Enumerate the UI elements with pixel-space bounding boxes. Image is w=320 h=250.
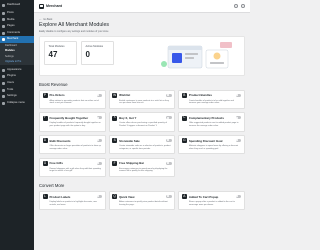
- module-card-pre-orders[interactable]: P Pre-Orders Allow visitors to pre-order p…: [39, 89, 106, 109]
- sidebar-item-comments[interactable]: Comments: [0, 30, 34, 37]
- module-toggle[interactable]: [166, 138, 172, 142]
- module-toggle[interactable]: [96, 194, 103, 198]
- arrow-left-icon: ←: [39, 16, 42, 21]
- plugin-header: Merchant: [34, 0, 250, 13]
- module-card-spending-discount-goal[interactable]: G Spending Discount Goal Motivate shoppers…: [178, 134, 245, 155]
- module-icon: B: [181, 92, 187, 98]
- module-card-added-to-cart-popup[interactable]: A Added To Cart Popup Show a popup after a…: [178, 190, 245, 211]
- module-toggle[interactable]: [235, 138, 242, 142]
- module-toggle[interactable]: [166, 93, 172, 97]
- brand-logo: Merchant: [39, 3, 62, 9]
- comment-icon: [2, 31, 5, 35]
- section-title-convert-more: Convert More: [39, 182, 65, 188]
- module-toggle[interactable]: [166, 194, 172, 198]
- module-card-bulk-discounts[interactable]: D Bulk Discounts Offer discounts on larger…: [39, 134, 106, 155]
- media-icon: [2, 18, 5, 22]
- module-toggle[interactable]: [96, 93, 103, 97]
- brush-icon: [2, 68, 5, 72]
- sidebar-item-settings[interactable]: Settings: [0, 93, 34, 100]
- module-icon: F: [42, 115, 48, 121]
- module-toggle[interactable]: [96, 138, 103, 142]
- module-icon: D: [42, 138, 48, 144]
- module-card-product-labels[interactable]: L Product Labels Display labels on product…: [39, 190, 106, 211]
- sidebar-item-tools[interactable]: Tools: [0, 87, 34, 94]
- sidebar-item-users[interactable]: Users: [0, 80, 34, 87]
- sidebar-item-dashboard[interactable]: Dashboard: [0, 2, 34, 9]
- module-card-product-bundles[interactable]: B Product Bundles Create bundles of produc…: [178, 89, 245, 109]
- brand-name: Merchant: [46, 4, 62, 8]
- stat-total-modules: Total Modules 47: [44, 40, 77, 65]
- plugin-icon: [2, 75, 5, 79]
- module-toggle[interactable]: [166, 116, 172, 120]
- sidebar-item-posts[interactable]: Posts: [0, 10, 34, 17]
- module-toggle[interactable]: [96, 161, 103, 165]
- page-title: Explore All Merchant Modules: [39, 21, 110, 28]
- module-card-wishlist[interactable]: W Wishlist Enable customers to save produc…: [108, 89, 176, 109]
- section-title-boost-revenue: Boost Revenue: [39, 81, 68, 87]
- module-card-free-shipping-bar[interactable]: F Free Shipping Bar Encourage customers to…: [108, 157, 176, 177]
- module-card-complementary-products[interactable]: C Complementary Products Offer suggested p…: [178, 112, 245, 132]
- help-icon[interactable]: [234, 4, 238, 8]
- module-icon: G: [181, 138, 187, 144]
- module-card-frequently-bought-together[interactable]: F Frequently Bought Together Display bundl…: [39, 112, 106, 132]
- sidebar-item-pages[interactable]: Pages: [0, 23, 34, 30]
- module-card-buy-x-get-y[interactable]: X Buy X, Get Y Create offers where purchas…: [108, 112, 176, 132]
- wrench-icon: [2, 88, 5, 92]
- sidebar-item-plugins[interactable]: Plugins: [0, 74, 34, 81]
- module-grid-convert-more: L Product Labels Display labels on product…: [39, 190, 245, 211]
- sidebar-subitem-upgrade[interactable]: Upgrade to Pro: [0, 59, 34, 66]
- pin-icon: [2, 11, 5, 15]
- storefront-illustration-icon: [161, 41, 232, 68]
- module-icon: W: [112, 92, 118, 98]
- merchant-logo-icon: [39, 3, 44, 9]
- module-icon: S: [112, 138, 118, 144]
- module-grid-boost-revenue: P Pre-Orders Allow visitors to pre-order p…: [39, 89, 245, 177]
- sidebar-item-media[interactable]: Media: [0, 17, 34, 24]
- module-icon: L: [42, 194, 48, 200]
- module-icon: C: [181, 115, 187, 121]
- sidebar-item-merchant[interactable]: Merchant: [0, 36, 34, 44]
- dashboard-icon: [2, 3, 5, 7]
- sidebar-item-appearance[interactable]: Appearance: [0, 67, 34, 74]
- module-icon: X: [112, 115, 118, 121]
- back-link[interactable]: ← Go Back: [39, 16, 245, 21]
- module-icon: A: [181, 194, 187, 200]
- module-card-storewide-sale[interactable]: S Storewide Sale Create storewide sales on…: [108, 134, 176, 155]
- page-subtitle: Easily disable to configure any settings…: [39, 29, 109, 33]
- users-icon: [2, 81, 5, 85]
- module-toggle[interactable]: [96, 116, 103, 120]
- collapse-icon: [2, 101, 5, 105]
- module-icon: Q: [112, 194, 118, 200]
- sidebar-item-collapse[interactable]: Collapse menu: [0, 100, 34, 107]
- module-icon: G: [42, 160, 48, 166]
- notifications-icon[interactable]: [241, 4, 245, 8]
- admin-sidebar: Dashboard Posts Media Pages Comments Mer…: [0, 0, 34, 250]
- settings-icon: [2, 95, 5, 99]
- merchant-icon: [2, 38, 5, 42]
- overview-panel: Total Modules 47 Active Modules 0: [39, 35, 245, 76]
- page-icon: [2, 25, 5, 29]
- module-icon: F: [112, 160, 118, 166]
- stat-active-modules: Active Modules 0: [81, 40, 114, 65]
- module-toggle[interactable]: [235, 93, 242, 97]
- main-content: ← Go Back Explore All Merchant Modules E…: [34, 13, 250, 250]
- module-toggle[interactable]: [166, 161, 172, 165]
- module-icon: P: [42, 92, 48, 98]
- module-card-quick-view[interactable]: Q Quick View Allow customers to quickly vi…: [108, 190, 176, 211]
- module-card-free-gifts[interactable]: G Free Gifts Reward shoppers with a gift w…: [39, 157, 106, 177]
- grid-spacer: [178, 158, 245, 177]
